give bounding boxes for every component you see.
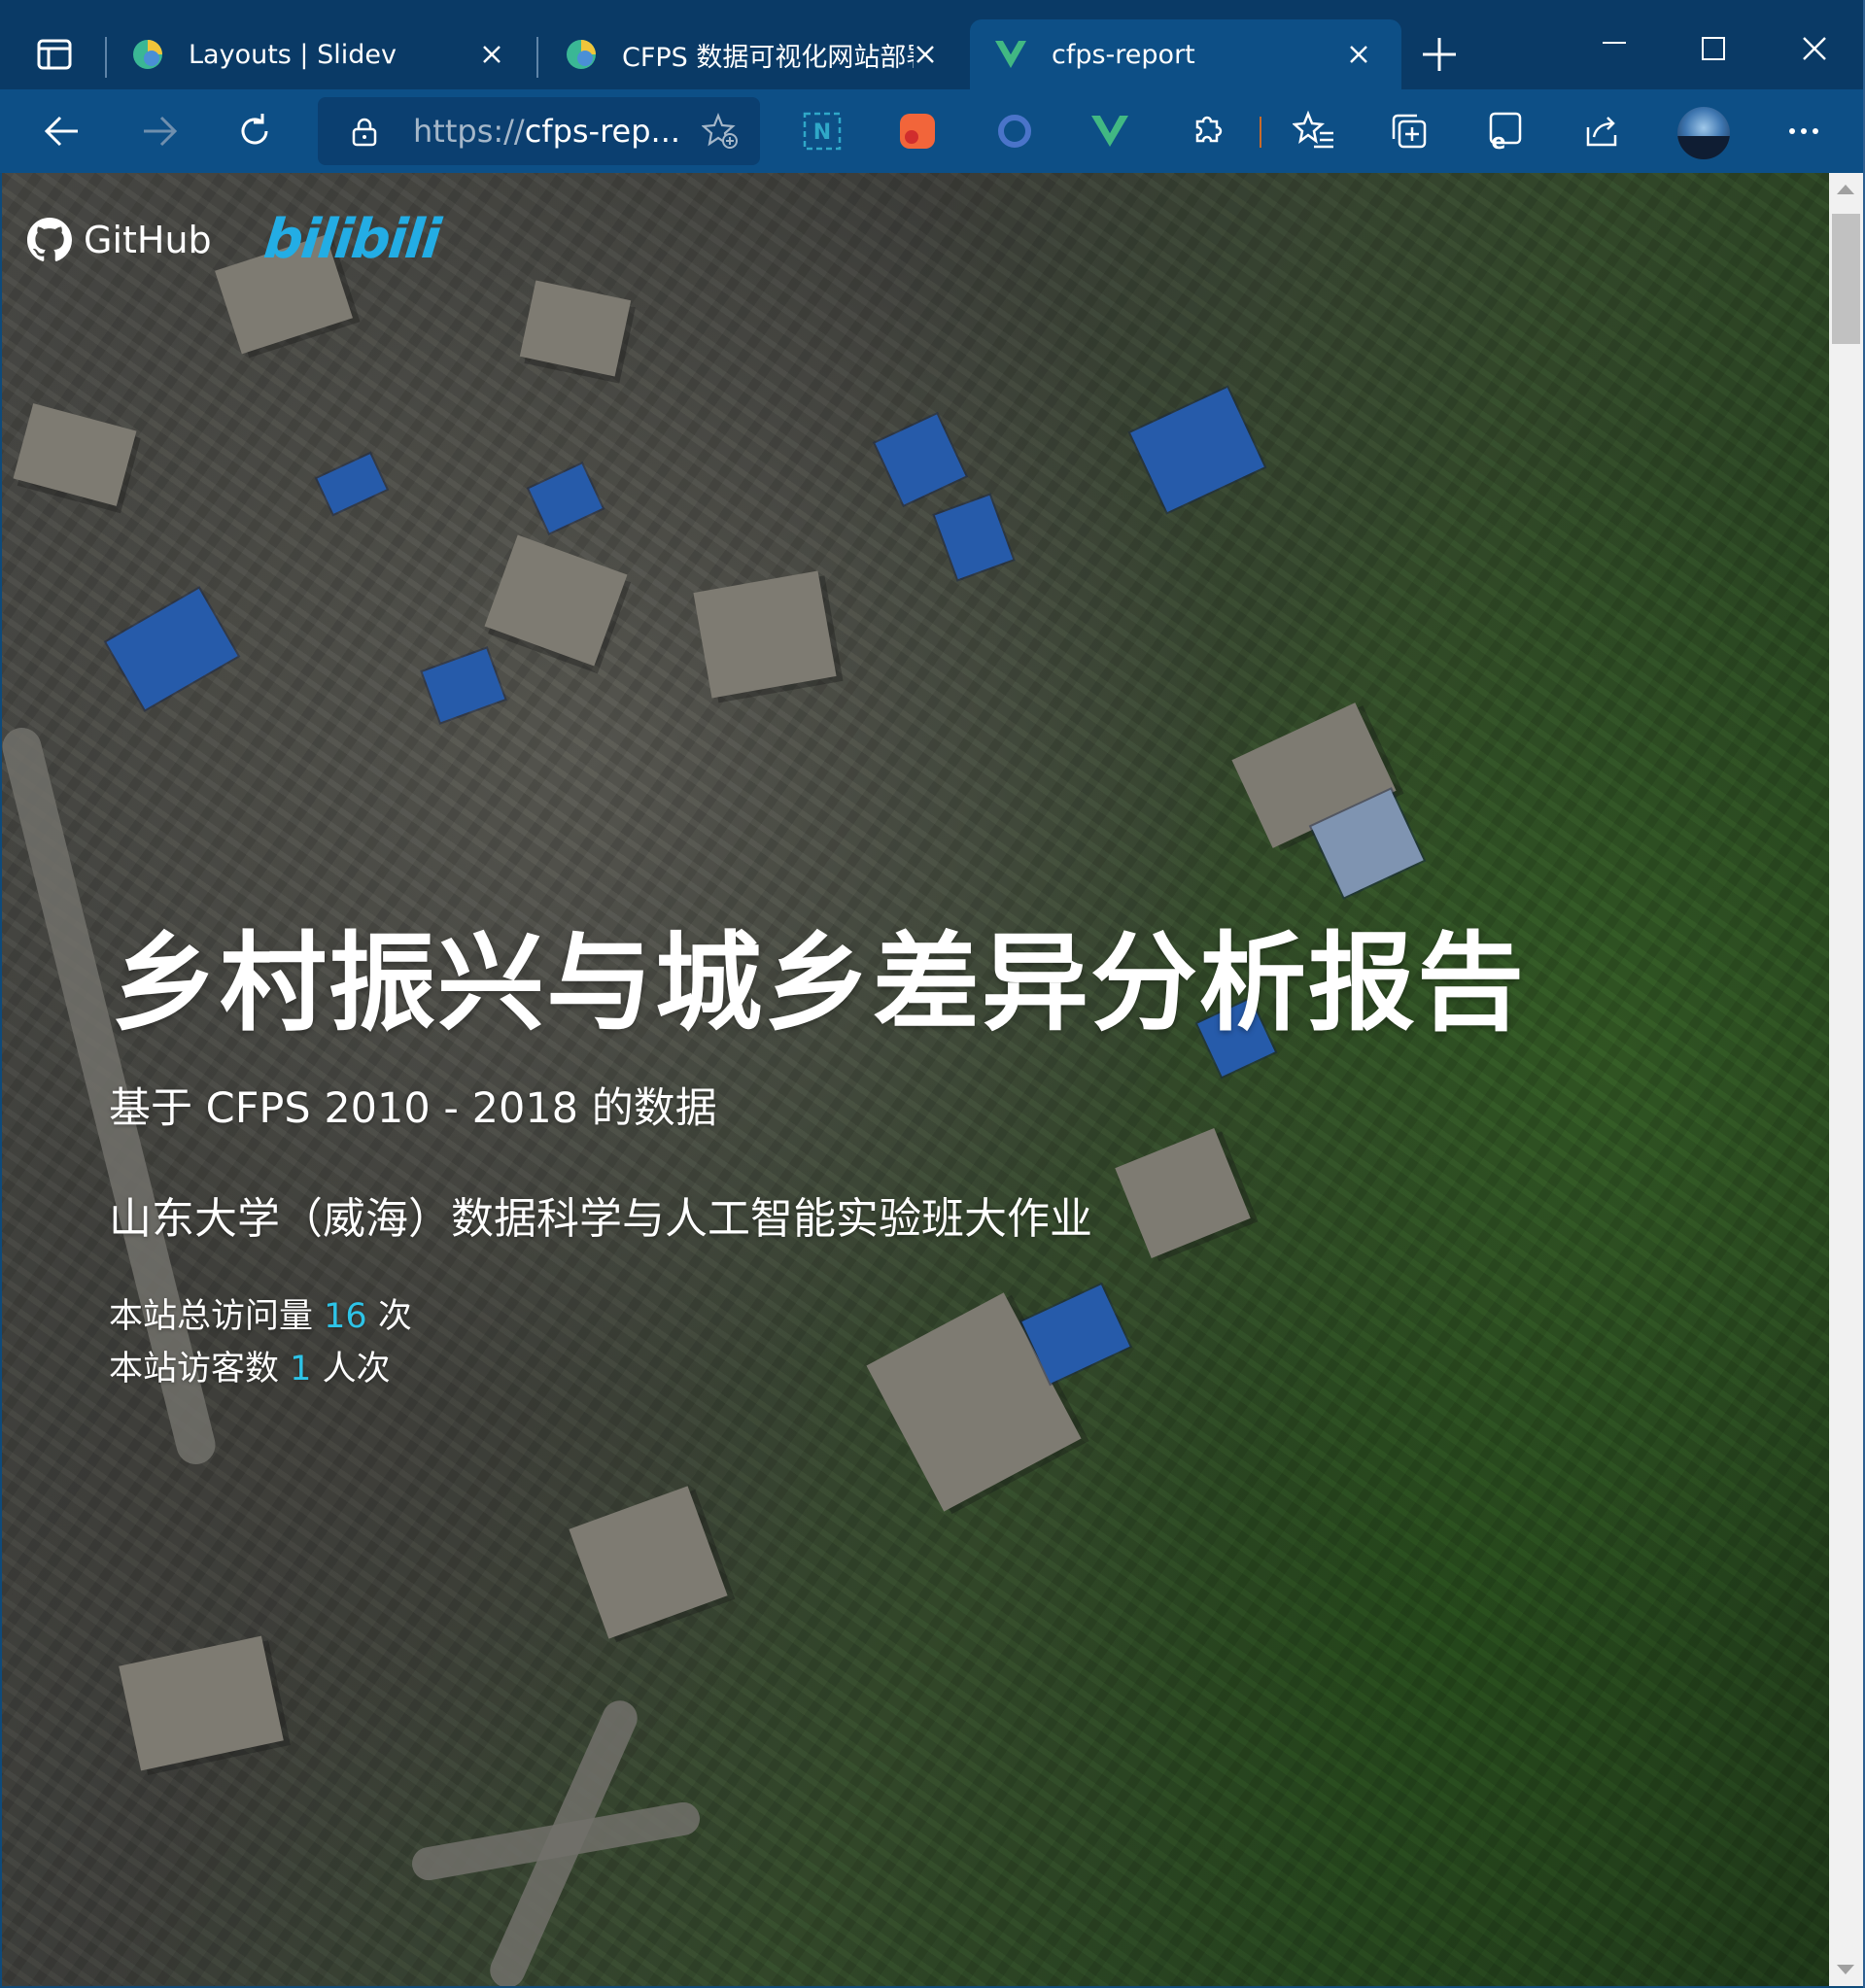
tab-strip: Layouts | Slidev CFPS 数据可视化网站部署 cfps-rep… [0,0,1865,89]
maximize-icon[interactable] [1698,33,1729,64]
visit-stats: 本站总访问量 16 次 本站访客数 1 人次 [109,1290,412,1395]
svg-text:e: e [1492,130,1506,153]
extension-n-icon[interactable]: N [801,110,844,153]
slidev-icon [133,40,162,69]
extensions-icon[interactable] [1186,110,1228,153]
slidev-icon [567,40,596,69]
ie-mode-icon[interactable]: e [1483,110,1526,153]
favorites-icon[interactable] [1293,110,1335,153]
tab-title: CFPS 数据可视化网站部署 [622,42,914,73]
tab-separator [536,37,538,78]
close-window-icon[interactable] [1799,33,1830,64]
forward-icon[interactable] [138,110,181,153]
total-visits-count: 16 [324,1297,367,1336]
collections-icon[interactable] [1388,110,1431,153]
new-tab-icon[interactable] [1419,34,1460,75]
minimize-icon[interactable] [1599,33,1630,64]
tab-title: Layouts | Slidev [189,39,397,70]
tab-actions-icon[interactable] [35,35,74,74]
visitors-count: 1 [290,1350,312,1388]
tab-cfps-deploy[interactable]: CFPS 数据可视化网站部署 [540,19,968,89]
refresh-icon[interactable] [233,110,276,153]
visitors-prefix: 本站访客数 [109,1350,280,1388]
close-icon[interactable] [1345,41,1372,68]
add-favorite-icon[interactable] [702,113,739,150]
back-icon[interactable] [41,110,84,153]
address-bar[interactable]: https://cfps-rep... [318,97,760,165]
close-icon[interactable] [912,41,939,68]
scroll-down-arrow-icon[interactable] [1837,1965,1854,1974]
share-icon[interactable] [1580,110,1623,153]
bilibili-link[interactable]: bilibili [260,208,441,271]
external-links: GitHub bilibili [27,208,441,271]
github-label: GitHub [84,218,212,261]
vertical-scrollbar[interactable] [1829,173,1863,1986]
total-visits-suffix: 次 [377,1297,412,1336]
profile-avatar[interactable] [1677,107,1730,159]
url-protocol: https:// [413,113,525,150]
page-title: 乡村振兴与城乡差异分析报告 [111,921,1526,1045]
page-subtitle: 基于 CFPS 2010 - 2018 的数据 [109,1084,717,1133]
vue-icon [995,41,1026,68]
vue-devtools-icon[interactable] [1088,110,1131,153]
github-icon [27,217,72,261]
tab-title: cfps-report [1052,39,1195,70]
visitors-line: 本站访客数 1 人次 [109,1343,412,1395]
navigation-toolbar: https://cfps-rep... N e [0,89,1865,173]
visitors-suffix: 人次 [322,1350,391,1388]
tab-layouts-slidev[interactable]: Layouts | Slidev [107,19,535,89]
github-link[interactable]: GitHub [27,217,212,262]
svg-text:N: N [813,120,831,145]
extension-orange-icon[interactable] [896,110,939,153]
extension-ring-icon[interactable] [993,110,1036,153]
course-description: 山东大学（威海）数据科学与人工智能实验班大作业 [109,1194,1092,1244]
scrollbar-thumb[interactable] [1832,214,1860,344]
tab-cfps-report[interactable]: cfps-report [970,19,1401,89]
more-options-icon[interactable] [1782,110,1825,153]
total-visits-line: 本站总访问量 16 次 [109,1290,412,1343]
total-visits-prefix: 本站总访问量 [109,1297,314,1336]
page-viewport[interactable]: GitHub bilibili 乡村振兴与城乡差异分析报告 基于 CFPS 20… [2,173,1829,1986]
scroll-up-arrow-icon[interactable] [1837,185,1854,194]
close-icon[interactable] [478,41,505,68]
url-host: cfps-rep... [524,113,681,150]
lock-icon[interactable] [349,117,380,148]
url-text[interactable]: https://cfps-rep... [413,113,680,150]
toolbar-separator [1260,117,1261,148]
browser-window: Layouts | Slidev CFPS 数据可视化网站部署 cfps-rep… [0,0,1865,1988]
